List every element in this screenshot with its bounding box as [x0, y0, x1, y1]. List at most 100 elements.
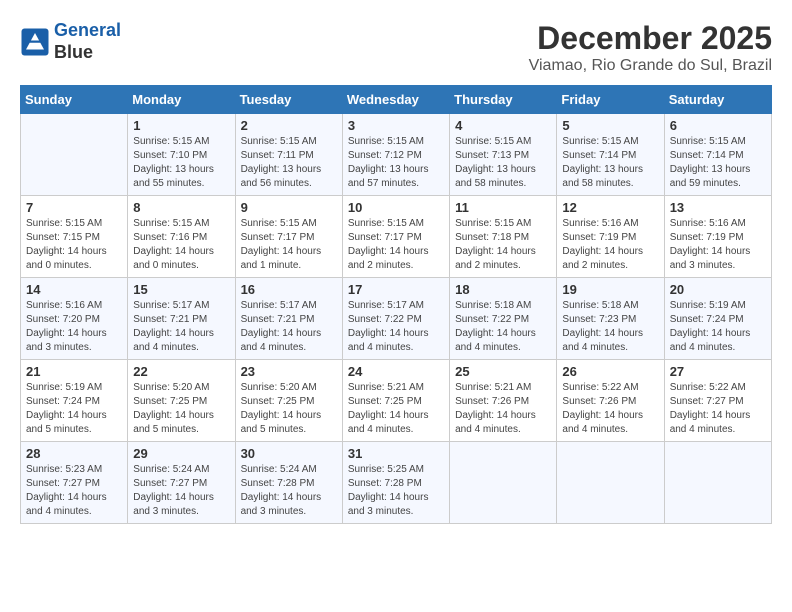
day-cell: 30 Sunrise: 5:24 AM Sunset: 7:28 PM Dayli… — [235, 442, 342, 524]
day-cell — [450, 442, 557, 524]
day-number: 8 — [133, 200, 229, 215]
day-info: Sunrise: 5:15 AM Sunset: 7:14 PM Dayligh… — [670, 135, 766, 191]
day-number: 31 — [348, 446, 444, 461]
day-number: 22 — [133, 364, 229, 379]
day-info: Sunrise: 5:20 AM Sunset: 7:25 PM Dayligh… — [241, 381, 337, 437]
day-cell: 21 Sunrise: 5:19 AM Sunset: 7:24 PM Dayli… — [21, 360, 128, 442]
day-info: Sunrise: 5:25 AM Sunset: 7:28 PM Dayligh… — [348, 463, 444, 519]
week-row-2: 7Sunrise: 5:15 AM Sunset: 7:15 PM Daylig… — [21, 196, 772, 278]
day-cell: 24Sunrise: 5:21 AM Sunset: 7:25 PM Dayli… — [342, 360, 449, 442]
day-number: 10 — [348, 200, 444, 215]
weekday-header-friday: Friday — [557, 86, 664, 114]
day-number: 26 — [562, 364, 658, 379]
day-number: 9 — [241, 200, 337, 215]
day-info: Sunrise: 5:22 AM Sunset: 7:26 PM Dayligh… — [562, 381, 658, 437]
day-cell: 15 Sunrise: 5:17 AM Sunset: 7:21 PM Dayli… — [128, 278, 235, 360]
day-number: 19 — [562, 282, 658, 297]
day-cell: 14 Sunrise: 5:16 AM Sunset: 7:20 PM Dayli… — [21, 278, 128, 360]
day-number: 5 — [562, 118, 658, 133]
day-cell: 12 Sunrise: 5:16 AM Sunset: 7:19 PM Dayli… — [557, 196, 664, 278]
day-info: Sunrise: 5:21 AM Sunset: 7:25 PM Dayligh… — [348, 381, 444, 437]
weekday-header-tuesday: Tuesday — [235, 86, 342, 114]
day-number: 27 — [670, 364, 766, 379]
day-cell: 22 Sunrise: 5:20 AM Sunset: 7:25 PM Dayli… — [128, 360, 235, 442]
day-number: 29 — [133, 446, 229, 461]
week-row-1: 1 Sunrise: 5:15 AM Sunset: 7:10 PM Daylig… — [21, 114, 772, 196]
day-number: 4 — [455, 118, 551, 133]
day-number: 25 — [455, 364, 551, 379]
logo-icon — [20, 27, 50, 57]
day-info: Sunrise: 5:20 AM Sunset: 7:25 PM Dayligh… — [133, 381, 229, 437]
month-title: December 2025 — [529, 20, 772, 57]
weekday-header-monday: Monday — [128, 86, 235, 114]
day-cell: 1 Sunrise: 5:15 AM Sunset: 7:10 PM Daylig… — [128, 114, 235, 196]
day-cell: 13Sunrise: 5:16 AM Sunset: 7:19 PM Dayli… — [664, 196, 771, 278]
day-info: Sunrise: 5:18 AM Sunset: 7:22 PM Dayligh… — [455, 299, 551, 355]
weekday-header-sunday: Sunday — [21, 86, 128, 114]
day-info: Sunrise: 5:23 AM Sunset: 7:27 PM Dayligh… — [26, 463, 122, 519]
day-info: Sunrise: 5:18 AM Sunset: 7:23 PM Dayligh… — [562, 299, 658, 355]
day-info: Sunrise: 5:16 AM Sunset: 7:20 PM Dayligh… — [26, 299, 122, 355]
day-info: Sunrise: 5:15 AM Sunset: 7:11 PM Dayligh… — [241, 135, 337, 191]
day-cell — [557, 442, 664, 524]
week-row-4: 21 Sunrise: 5:19 AM Sunset: 7:24 PM Dayli… — [21, 360, 772, 442]
day-cell: 16 Sunrise: 5:17 AM Sunset: 7:21 PM Dayli… — [235, 278, 342, 360]
weekday-header-wednesday: Wednesday — [342, 86, 449, 114]
day-cell: 8 Sunrise: 5:15 AM Sunset: 7:16 PM Daylig… — [128, 196, 235, 278]
day-cell — [21, 114, 128, 196]
day-cell: 5 Sunrise: 5:15 AM Sunset: 7:14 PM Daylig… — [557, 114, 664, 196]
day-info: Sunrise: 5:24 AM Sunset: 7:27 PM Dayligh… — [133, 463, 229, 519]
title-block: December 2025 Viamao, Rio Grande do Sul,… — [529, 20, 772, 75]
day-cell: 2 Sunrise: 5:15 AM Sunset: 7:11 PM Daylig… — [235, 114, 342, 196]
day-cell: 31 Sunrise: 5:25 AM Sunset: 7:28 PM Dayli… — [342, 442, 449, 524]
day-number: 17 — [348, 282, 444, 297]
day-info: Sunrise: 5:16 AM Sunset: 7:19 PM Dayligh… — [562, 217, 658, 273]
day-info: Sunrise: 5:19 AM Sunset: 7:24 PM Dayligh… — [670, 299, 766, 355]
day-info: Sunrise: 5:15 AM Sunset: 7:13 PM Dayligh… — [455, 135, 551, 191]
day-number: 18 — [455, 282, 551, 297]
day-number: 14 — [26, 282, 122, 297]
day-number: 21 — [26, 364, 122, 379]
day-number: 6 — [670, 118, 766, 133]
day-info: Sunrise: 5:15 AM Sunset: 7:10 PM Dayligh… — [133, 135, 229, 191]
day-cell: 7Sunrise: 5:15 AM Sunset: 7:15 PM Daylig… — [21, 196, 128, 278]
day-cell: 19 Sunrise: 5:18 AM Sunset: 7:23 PM Dayli… — [557, 278, 664, 360]
weekday-header-thursday: Thursday — [450, 86, 557, 114]
day-info: Sunrise: 5:17 AM Sunset: 7:21 PM Dayligh… — [133, 299, 229, 355]
day-number: 12 — [562, 200, 658, 215]
week-row-5: 28Sunrise: 5:23 AM Sunset: 7:27 PM Dayli… — [21, 442, 772, 524]
day-cell: 3Sunrise: 5:15 AM Sunset: 7:12 PM Daylig… — [342, 114, 449, 196]
week-row-3: 14 Sunrise: 5:16 AM Sunset: 7:20 PM Dayli… — [21, 278, 772, 360]
day-info: Sunrise: 5:17 AM Sunset: 7:22 PM Dayligh… — [348, 299, 444, 355]
weekday-header-saturday: Saturday — [664, 86, 771, 114]
day-info: Sunrise: 5:15 AM Sunset: 7:12 PM Dayligh… — [348, 135, 444, 191]
day-info: Sunrise: 5:15 AM Sunset: 7:14 PM Dayligh… — [562, 135, 658, 191]
day-cell: 25 Sunrise: 5:21 AM Sunset: 7:26 PM Dayli… — [450, 360, 557, 442]
day-info: Sunrise: 5:16 AM Sunset: 7:19 PM Dayligh… — [670, 217, 766, 273]
day-number: 7 — [26, 200, 122, 215]
day-number: 11 — [455, 200, 551, 215]
day-number: 16 — [241, 282, 337, 297]
day-info: Sunrise: 5:19 AM Sunset: 7:24 PM Dayligh… — [26, 381, 122, 437]
day-info: Sunrise: 5:21 AM Sunset: 7:26 PM Dayligh… — [455, 381, 551, 437]
weekday-header-row: SundayMondayTuesdayWednesdayThursdayFrid… — [21, 86, 772, 114]
day-info: Sunrise: 5:15 AM Sunset: 7:17 PM Dayligh… — [241, 217, 337, 273]
day-number: 1 — [133, 118, 229, 133]
day-number: 15 — [133, 282, 229, 297]
logo-line2: Blue — [54, 42, 121, 64]
day-cell: 28Sunrise: 5:23 AM Sunset: 7:27 PM Dayli… — [21, 442, 128, 524]
day-number: 2 — [241, 118, 337, 133]
day-cell: 27Sunrise: 5:22 AM Sunset: 7:27 PM Dayli… — [664, 360, 771, 442]
day-cell: 18 Sunrise: 5:18 AM Sunset: 7:22 PM Dayli… — [450, 278, 557, 360]
day-info: Sunrise: 5:24 AM Sunset: 7:28 PM Dayligh… — [241, 463, 337, 519]
day-cell: 9 Sunrise: 5:15 AM Sunset: 7:17 PM Daylig… — [235, 196, 342, 278]
day-cell: 29 Sunrise: 5:24 AM Sunset: 7:27 PM Dayli… — [128, 442, 235, 524]
day-cell: 4 Sunrise: 5:15 AM Sunset: 7:13 PM Daylig… — [450, 114, 557, 196]
calendar-table: SundayMondayTuesdayWednesdayThursdayFrid… — [20, 85, 772, 524]
logo: General Blue — [20, 20, 121, 63]
day-number: 30 — [241, 446, 337, 461]
day-info: Sunrise: 5:15 AM Sunset: 7:18 PM Dayligh… — [455, 217, 551, 273]
day-cell: 6 Sunrise: 5:15 AM Sunset: 7:14 PM Daylig… — [664, 114, 771, 196]
day-info: Sunrise: 5:17 AM Sunset: 7:21 PM Dayligh… — [241, 299, 337, 355]
day-info: Sunrise: 5:15 AM Sunset: 7:16 PM Dayligh… — [133, 217, 229, 273]
